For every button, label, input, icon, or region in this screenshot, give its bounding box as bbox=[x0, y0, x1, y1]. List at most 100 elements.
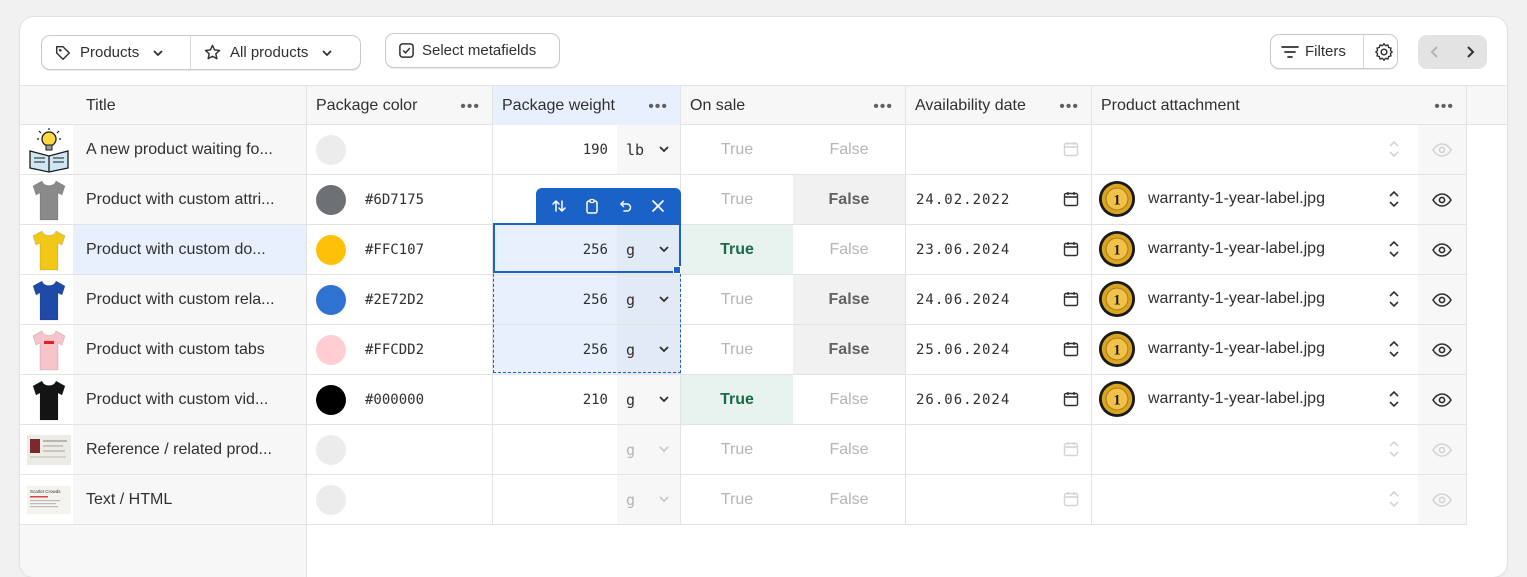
swap-button[interactable] bbox=[546, 193, 572, 219]
chevron-up-down-icon[interactable] bbox=[1388, 390, 1400, 408]
package-weight-cell[interactable]: 190 lb bbox=[493, 125, 681, 174]
color-swatch[interactable] bbox=[316, 384, 346, 415]
undo-button[interactable] bbox=[612, 193, 638, 219]
on-sale-false-option[interactable]: False bbox=[793, 125, 905, 174]
weight-unit-select[interactable]: lb bbox=[617, 125, 680, 174]
product-title-cell[interactable]: Reference / related prod... bbox=[73, 425, 307, 474]
color-swatch[interactable] bbox=[316, 284, 346, 315]
weight-unit-select[interactable]: g bbox=[617, 325, 680, 374]
preview-button[interactable] bbox=[1418, 225, 1466, 274]
preview-button[interactable] bbox=[1418, 175, 1466, 224]
weight-unit-select[interactable]: g bbox=[617, 225, 680, 274]
table-row[interactable]: Product with custom vid... #000000 210 g… bbox=[20, 375, 1467, 425]
chevron-up-down-icon[interactable] bbox=[1388, 140, 1400, 158]
weight-unit-select[interactable]: g bbox=[617, 375, 680, 424]
on-sale-true-option[interactable]: True bbox=[681, 275, 793, 324]
more-options-icon[interactable]: ••• bbox=[1434, 98, 1454, 116]
on-sale-true-option[interactable]: True bbox=[681, 425, 793, 474]
clear-selection-button[interactable] bbox=[645, 193, 671, 219]
product-title-cell[interactable]: Text / HTML bbox=[73, 475, 307, 524]
on-sale-false-option[interactable]: False bbox=[793, 325, 905, 374]
color-swatch[interactable] bbox=[316, 334, 346, 365]
on-sale-true-option[interactable]: True bbox=[681, 225, 793, 274]
package-weight-cell[interactable]: 210 g bbox=[493, 375, 681, 424]
next-page-button[interactable] bbox=[1453, 35, 1488, 69]
chevron-up-down-icon[interactable] bbox=[1388, 190, 1400, 208]
weight-unit-select[interactable]: g bbox=[617, 275, 680, 324]
table-row[interactable]: Product with custom do... #FFC107 256 g … bbox=[20, 225, 1467, 275]
column-header-availability-date[interactable]: Availability date ••• bbox=[906, 86, 1092, 125]
on-sale-false-option[interactable]: False bbox=[793, 175, 905, 224]
product-attachment-cell[interactable] bbox=[1092, 425, 1467, 474]
on-sale-true-option[interactable]: True bbox=[681, 375, 793, 424]
chevron-up-down-icon[interactable] bbox=[1388, 240, 1400, 258]
package-weight-cell[interactable]: 256 g bbox=[493, 325, 681, 374]
on-sale-false-option[interactable]: False bbox=[793, 225, 905, 274]
on-sale-true-option[interactable]: True bbox=[681, 475, 793, 524]
table-row[interactable]: Product with custom tabs #FFCDD2 256 g T… bbox=[20, 325, 1467, 375]
resource-dropdown[interactable]: Products bbox=[42, 36, 190, 69]
on-sale-false-option[interactable]: False bbox=[793, 475, 905, 524]
preview-button[interactable] bbox=[1418, 275, 1466, 324]
on-sale-true-option[interactable]: True bbox=[681, 125, 793, 174]
product-attachment-cell[interactable]: 1 warranty-1-year-label.jpg bbox=[1092, 325, 1467, 374]
on-sale-false-option[interactable]: False bbox=[793, 425, 905, 474]
more-options-icon[interactable]: ••• bbox=[648, 98, 668, 116]
more-options-icon[interactable]: ••• bbox=[460, 98, 480, 116]
column-header-package-weight[interactable]: Package weight ••• bbox=[493, 86, 681, 125]
calendar-icon[interactable] bbox=[1063, 441, 1079, 457]
column-header-on-sale[interactable]: On sale ••• bbox=[681, 86, 906, 125]
select-metafields-button[interactable]: Select metafields bbox=[385, 33, 560, 68]
package-color-cell[interactable] bbox=[307, 425, 493, 474]
color-swatch[interactable] bbox=[316, 134, 346, 165]
on-sale-true-option[interactable]: True bbox=[681, 325, 793, 374]
chevron-up-down-icon[interactable] bbox=[1388, 440, 1400, 458]
product-attachment-cell[interactable]: 1 warranty-1-year-label.jpg bbox=[1092, 375, 1467, 424]
package-color-cell[interactable]: #6D7175 bbox=[307, 175, 493, 224]
table-row[interactable]: Scarlet Crowds Text / HTML g True False bbox=[20, 475, 1467, 525]
product-attachment-cell[interactable] bbox=[1092, 125, 1467, 174]
on-sale-false-option[interactable]: False bbox=[793, 375, 905, 424]
weight-unit-select[interactable]: g bbox=[617, 425, 680, 474]
previous-page-button[interactable] bbox=[1418, 35, 1453, 69]
table-row[interactable]: Reference / related prod... g True False bbox=[20, 425, 1467, 475]
availability-date-cell[interactable] bbox=[906, 125, 1092, 174]
calendar-icon[interactable] bbox=[1063, 141, 1079, 157]
product-title-cell[interactable]: Product with custom rela... bbox=[73, 275, 307, 324]
availability-date-cell[interactable] bbox=[906, 475, 1092, 524]
availability-date-cell[interactable]: 24.06.2024 bbox=[906, 275, 1092, 324]
color-swatch[interactable] bbox=[316, 234, 346, 265]
view-dropdown[interactable]: All products bbox=[190, 36, 360, 69]
chevron-up-down-icon[interactable] bbox=[1388, 290, 1400, 308]
table-row[interactable]: Product with custom rela... #2E72D2 256 … bbox=[20, 275, 1467, 325]
column-header-product-attachment[interactable]: Product attachment ••• bbox=[1092, 86, 1467, 125]
table-row[interactable]: Product with custom attri... #6D7175 Tru… bbox=[20, 175, 1467, 225]
preview-button[interactable] bbox=[1418, 325, 1466, 374]
package-color-cell[interactable]: #000000 bbox=[307, 375, 493, 424]
product-title-cell[interactable]: Product with custom attri... bbox=[73, 175, 307, 224]
paste-button[interactable] bbox=[579, 193, 605, 219]
availability-date-cell[interactable]: 25.06.2024 bbox=[906, 325, 1092, 374]
weight-unit-select[interactable]: g bbox=[617, 475, 680, 524]
package-color-cell[interactable] bbox=[307, 125, 493, 174]
table-row[interactable]: A new product waiting fo... 190 lb True … bbox=[20, 125, 1467, 175]
package-color-cell[interactable]: #2E72D2 bbox=[307, 275, 493, 324]
package-weight-cell[interactable]: g bbox=[493, 475, 681, 524]
availability-date-cell[interactable]: 24.02.2022 bbox=[906, 175, 1092, 224]
on-sale-false-option[interactable]: False bbox=[793, 275, 905, 324]
color-swatch[interactable] bbox=[316, 434, 346, 465]
calendar-icon[interactable] bbox=[1063, 291, 1079, 307]
product-attachment-cell[interactable] bbox=[1092, 475, 1467, 524]
filters-button[interactable]: Filters bbox=[1281, 35, 1364, 68]
preview-button[interactable] bbox=[1418, 425, 1466, 474]
preview-button[interactable] bbox=[1418, 475, 1466, 524]
fill-handle[interactable] bbox=[673, 266, 681, 274]
product-attachment-cell[interactable]: 1 warranty-1-year-label.jpg bbox=[1092, 175, 1467, 224]
availability-date-cell[interactable]: 23.06.2024 bbox=[906, 225, 1092, 274]
product-title-cell[interactable]: Product with custom tabs bbox=[73, 325, 307, 374]
package-color-cell[interactable] bbox=[307, 475, 493, 524]
package-weight-cell[interactable]: 256 g bbox=[493, 275, 681, 324]
calendar-icon[interactable] bbox=[1063, 491, 1079, 507]
preview-button[interactable] bbox=[1418, 375, 1466, 424]
settings-button[interactable] bbox=[1371, 35, 1397, 68]
